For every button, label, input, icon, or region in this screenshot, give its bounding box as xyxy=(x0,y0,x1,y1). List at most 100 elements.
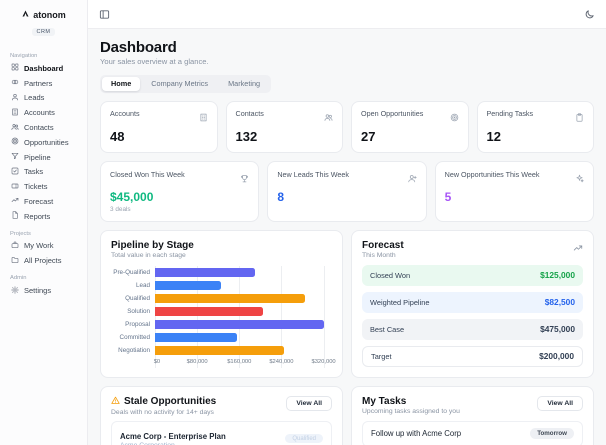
chart-category-label: Committed xyxy=(119,333,150,341)
stale-view-all-button[interactable]: View All xyxy=(286,395,332,411)
forecast-row-target: Target $200,000 xyxy=(362,345,583,367)
stats-row: Accounts 48 Contacts 132 Open Opportunities 2… xyxy=(100,100,594,153)
chart-tick-label: $160,000 xyxy=(227,358,252,365)
sidebar-item-label: Dashboard xyxy=(24,63,64,73)
chart-bar-proposal xyxy=(155,319,324,329)
sidebar-item-contacts[interactable]: Contacts xyxy=(8,120,79,135)
pipeline-bar-chart: Pre-Qualified Lead Qualified Solution Propos… xyxy=(111,265,336,368)
stale-opportunities-card: Stale Opportunities Deals with no activi… xyxy=(100,385,343,445)
chart-category-label: Qualified xyxy=(125,294,150,302)
sidebar-item-accounts[interactable]: Accounts xyxy=(8,105,79,120)
sidebar-item-pipeline[interactable]: Pipeline xyxy=(8,150,79,165)
theme-toggle-icon[interactable] xyxy=(584,9,595,20)
highlight-card-closed-won-this-week: Closed Won This Week $45,000 3 deals xyxy=(100,160,260,222)
sidebar-item-label: Settings xyxy=(24,286,52,296)
warning-icon xyxy=(111,396,120,408)
funnel-icon xyxy=(11,152,19,162)
logo[interactable]: atonom CRM xyxy=(0,0,87,44)
highlight-card-new-leads-this-week: New Leads This Week 8 xyxy=(267,160,427,222)
chart-tick-label: $0 xyxy=(153,358,161,365)
sidebar-item-opportunities[interactable]: Opportunities xyxy=(8,135,79,150)
sidebar-section-label: Admin xyxy=(10,275,27,282)
forecast-subtitle: This Month xyxy=(362,251,396,259)
forecast-row-label: Target xyxy=(371,351,392,361)
trophy-icon xyxy=(240,170,249,188)
sidebar-toggle-icon[interactable] xyxy=(99,9,110,20)
stale-opportunity-item[interactable]: Acme Corp - Enterprise PlanAcme Corporat… xyxy=(111,420,332,445)
stat-label: Pending Tasks xyxy=(486,108,534,118)
page-subtitle: Your sales overview at a glance. xyxy=(100,57,209,66)
app-window: atonom CRM Navigation Dashboard Partners Le… xyxy=(0,0,606,445)
briefcase-icon xyxy=(11,241,19,251)
sidebar-item-dashboard[interactable]: Dashboard xyxy=(8,61,79,76)
sidebar-item-tickets[interactable]: Tickets xyxy=(8,179,79,194)
highlights-row: Closed Won This Week $45,000 3 deals New Le… xyxy=(100,160,594,222)
task-item[interactable]: Follow up with Acme Corp Tomorrow xyxy=(362,420,583,445)
grid-icon xyxy=(11,63,19,73)
forecast-card: Forecast This Month Closed Won $125,000 We… xyxy=(351,229,594,378)
sidebar-item-reports[interactable]: Reports xyxy=(8,209,79,224)
highlight-value: 5 xyxy=(444,189,452,204)
pipeline-card: Pipeline by Stage Total value in each st… xyxy=(100,229,343,378)
task-list: Follow up with Acme CorpTomorrowPrepare … xyxy=(362,420,583,445)
chart-bar-qualified xyxy=(155,293,306,303)
highlight-sub: 3 deals xyxy=(110,205,131,213)
tab-company-metrics[interactable]: Company Metrics xyxy=(142,77,217,91)
sidebar-item-label: Opportunities xyxy=(24,137,69,147)
stat-value: 132 xyxy=(235,128,258,144)
users-icon xyxy=(324,109,333,127)
sidebar-item-all-projects[interactable]: All Projects xyxy=(8,253,79,268)
chart-plot-area: $0 $80,000 $160,000 $240,000 $320,000 xyxy=(153,265,336,368)
stage-badge: Qualified xyxy=(285,434,323,443)
chart-tick-label: $80,000 xyxy=(186,358,208,365)
target-icon xyxy=(450,109,459,127)
forecast-row-weighted-pipeline: Weighted Pipeline $82,500 xyxy=(362,291,583,313)
bottom-row: Stale Opportunities Deals with no activi… xyxy=(100,385,594,445)
sidebar-item-label: Tasks xyxy=(24,167,44,177)
sidebar-item-my-work[interactable]: My Work xyxy=(8,239,79,254)
sidebar-item-label: Pipeline xyxy=(24,152,51,162)
middle-row: Pipeline by Stage Total value in each st… xyxy=(100,229,594,378)
chart-bar-pre-qualified xyxy=(155,267,256,277)
sidebar-item-label: Partners xyxy=(24,78,53,88)
stat-card-pending-tasks: Pending Tasks 12 xyxy=(476,100,594,153)
stat-label: Contacts xyxy=(235,108,264,118)
check-square-icon xyxy=(11,167,19,177)
my-tasks-card: My Tasks Upcoming tasks assigned to you … xyxy=(351,385,594,445)
tasks-view-all-button[interactable]: View All xyxy=(537,395,583,411)
gear-icon xyxy=(11,285,19,296)
sidebar-section-label: Navigation xyxy=(10,53,38,59)
sidebar-item-label: Accounts xyxy=(24,108,55,118)
trending-up-icon xyxy=(11,196,19,206)
tab-home[interactable]: Home xyxy=(102,76,141,91)
sparkles-icon xyxy=(575,170,584,188)
logo-text: atonom xyxy=(33,9,66,20)
stat-label: Accounts xyxy=(110,108,140,118)
stale-subtitle: Deals with no activity for 14+ days xyxy=(111,408,214,416)
stat-card-open-opportunities: Open Opportunities 27 xyxy=(351,100,469,153)
handshake-icon xyxy=(11,78,19,88)
sidebar-item-leads[interactable]: Leads xyxy=(8,91,79,106)
sidebar-item-forecast[interactable]: Forecast xyxy=(8,194,79,209)
highlight-label: New Leads This Week xyxy=(277,169,349,179)
forecast-row-best-case: Best Case $475,000 xyxy=(362,318,583,340)
forecast-row-label: Closed Won xyxy=(370,270,411,280)
trending-up-icon xyxy=(573,240,583,258)
main-area: Dashboard Your sales overview at a glanc… xyxy=(88,0,606,445)
highlight-card-new-opportunities-this-week: New Opportunities This Week 5 xyxy=(434,160,594,222)
highlight-label: Closed Won This Week xyxy=(110,169,185,179)
logo-icon xyxy=(21,9,30,20)
due-badge: Tomorrow xyxy=(530,428,574,439)
forecast-row-value: $200,000 xyxy=(539,351,574,361)
building-icon xyxy=(11,108,19,118)
pipeline-title: Pipeline by Stage xyxy=(111,239,194,251)
forecast-title: Forecast xyxy=(362,239,404,251)
users-icon xyxy=(11,123,19,133)
chart-category-label: Pre-Qualified xyxy=(113,268,150,276)
sidebar-item-partners[interactable]: Partners xyxy=(8,76,79,91)
sidebar-item-tasks[interactable]: Tasks xyxy=(8,164,79,179)
tab-marketing[interactable]: Marketing xyxy=(219,77,269,91)
topbar xyxy=(88,0,606,29)
forecast-row-closed-won: Closed Won $125,000 xyxy=(362,264,583,286)
sidebar-item-settings[interactable]: Settings xyxy=(8,283,79,298)
